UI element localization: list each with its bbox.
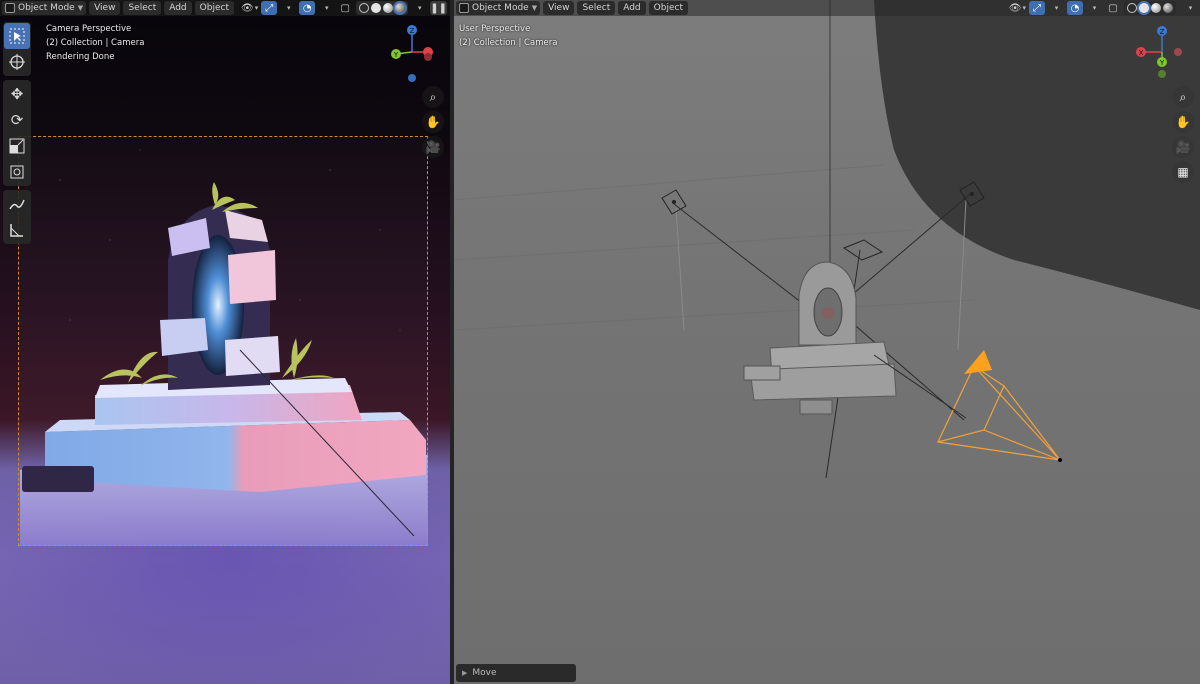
ortho-grid-icon[interactable]: ▦: [1172, 161, 1194, 183]
rotate-icon: ⟳: [10, 111, 24, 129]
left-viewport[interactable]: Object Mode ▼ View Select Add Object 👁 ▾ …: [0, 0, 450, 684]
object-mode-icon: [459, 3, 469, 13]
pencil-icon: [9, 199, 25, 210]
perspective-label: User Perspective: [459, 24, 531, 34]
move-tool[interactable]: ✥: [4, 81, 30, 107]
tool-group-transform: ✥ ⟳: [3, 80, 31, 186]
rotate-tool[interactable]: ⟳: [4, 107, 30, 133]
measure-tool[interactable]: [4, 217, 30, 243]
camera-view-icon[interactable]: 🎥: [422, 136, 444, 158]
transform-tool[interactable]: [4, 159, 30, 185]
menu-object[interactable]: Object: [648, 1, 688, 15]
object-mode-dropdown[interactable]: Object Mode ▼: [2, 1, 87, 15]
cursor-tool[interactable]: [4, 49, 30, 75]
camera-frame-border: [18, 136, 428, 546]
visibility-eye-icon[interactable]: 👁 ▾: [241, 1, 258, 15]
tool-group-annotate: [3, 190, 31, 244]
gizmo-y-label: Y: [1159, 59, 1165, 67]
viewport-info: User Perspective (2) Collection | Camera: [459, 22, 557, 50]
render-status: Rendering Done: [46, 52, 115, 62]
cursor-box-icon: [9, 28, 25, 44]
overlay-dropdown-icon[interactable]: ▾: [318, 1, 334, 15]
overlay-toggle-icon[interactable]: ◔: [1067, 1, 1083, 15]
menu-select[interactable]: Select: [577, 1, 616, 15]
right-nav-buttons: ⌕ ✋ 🎥 ▦: [1172, 86, 1194, 183]
select-box-tool[interactable]: [4, 23, 30, 49]
gizmo-y-label: Y: [393, 51, 399, 59]
gizmo-toggle-icon[interactable]: ⤢: [1029, 1, 1045, 15]
navigation-gizmo[interactable]: Z X Y: [1132, 22, 1192, 82]
navigation-gizmo[interactable]: Z Y: [382, 22, 442, 82]
move-arrows-icon: ✥: [10, 85, 24, 103]
transform-icon: [10, 165, 24, 179]
scale-icon: [9, 138, 25, 154]
last-operator-panel[interactable]: ▶ Move: [456, 664, 576, 682]
gizmo-toggle-icon[interactable]: ⤢: [261, 1, 278, 15]
material-preview-icon[interactable]: [383, 3, 394, 13]
hand-pan-icon[interactable]: ✋: [1172, 111, 1194, 133]
camera-view-icon[interactable]: 🎥: [1172, 136, 1194, 158]
chevron-right-icon: ▶: [462, 669, 468, 677]
xray-toggle-icon[interactable]: ▢: [1105, 1, 1121, 15]
scale-tool[interactable]: [4, 133, 30, 159]
gizmo-z-label: Z: [410, 27, 415, 35]
gizmo-z-label: Z: [1160, 28, 1165, 36]
left-nav-buttons: ⌕ ✋ 🎥: [422, 86, 444, 158]
collection-label: (2) Collection | Camera: [459, 38, 558, 48]
object-mode-icon: [5, 3, 15, 13]
xray-toggle-icon[interactable]: ▢: [337, 1, 353, 15]
tool-group-select: [3, 22, 31, 76]
hand-pan-icon[interactable]: ✋: [422, 111, 444, 133]
object-mode-dropdown[interactable]: Object Mode ▼: [456, 1, 541, 15]
rendered-shading-icon[interactable]: [1163, 3, 1173, 13]
gizmo-dropdown-icon[interactable]: ▾: [1048, 1, 1064, 15]
viewport-info: Camera Perspective (2) Collection | Came…: [46, 22, 144, 64]
tool-shelf: ✥ ⟳: [3, 22, 31, 248]
pause-render-icon[interactable]: ❚❚: [430, 1, 447, 15]
menu-add[interactable]: Add: [164, 1, 192, 15]
right-viewport[interactable]: Object Mode ▼ View Select Add Object 👁 ▾ …: [454, 0, 1200, 684]
zoom-icon[interactable]: ⌕: [422, 86, 444, 108]
collection-label: (2) Collection | Camera: [46, 38, 145, 48]
material-preview-icon[interactable]: [1151, 3, 1161, 13]
object-mode-label: Object Mode: [18, 3, 75, 13]
chevron-down-icon: ▼: [77, 4, 84, 12]
menu-add[interactable]: Add: [618, 1, 646, 15]
object-mode-label: Object Mode: [472, 3, 529, 13]
operator-label: Move: [472, 668, 497, 678]
menu-view[interactable]: View: [89, 1, 121, 15]
ruler-icon: [10, 224, 23, 237]
left-viewport-header: Object Mode ▼ View Select Add Object 👁 ▾ …: [0, 0, 450, 16]
zoom-icon[interactable]: ⌕: [1172, 86, 1194, 108]
shading-dropdown-icon[interactable]: ▾: [411, 1, 427, 15]
menu-view[interactable]: View: [543, 1, 575, 15]
neg-z-axis-handle[interactable]: [408, 74, 416, 82]
right-viewport-header: Object Mode ▼ View Select Add Object 👁 ▾ …: [454, 0, 1200, 16]
annotate-tool[interactable]: [4, 191, 30, 217]
gizmo-dropdown-icon[interactable]: ▾: [280, 1, 296, 15]
menu-object[interactable]: Object: [194, 1, 234, 15]
neg-y-axis-handle[interactable]: [1158, 70, 1166, 78]
shading-buttons: [356, 1, 409, 15]
perspective-label: Camera Perspective: [46, 24, 132, 34]
chevron-down-icon: ▼: [531, 4, 538, 12]
solid-shading-icon[interactable]: [1139, 3, 1149, 13]
solid-shading-icon[interactable]: [371, 3, 382, 13]
wireframe-shading-icon[interactable]: [359, 3, 370, 13]
neg-x-axis-handle[interactable]: [424, 53, 432, 61]
overlay-dropdown-icon[interactable]: ▾: [1086, 1, 1102, 15]
rendered-shading-icon[interactable]: [395, 3, 406, 13]
neg-x-axis-handle[interactable]: [1174, 48, 1182, 56]
visibility-eye-icon[interactable]: 👁 ▾: [1009, 1, 1026, 15]
gizmo-x-label: X: [1139, 49, 1144, 57]
overlay-toggle-icon[interactable]: ◔: [299, 1, 316, 15]
menu-select[interactable]: Select: [123, 1, 162, 15]
shading-dropdown-icon[interactable]: ▾: [1182, 1, 1198, 15]
crosshair-icon: [9, 54, 25, 70]
shading-buttons: [1124, 1, 1176, 15]
wireframe-shading-icon[interactable]: [1127, 3, 1137, 13]
viewport-scene: [454, 0, 1200, 479]
